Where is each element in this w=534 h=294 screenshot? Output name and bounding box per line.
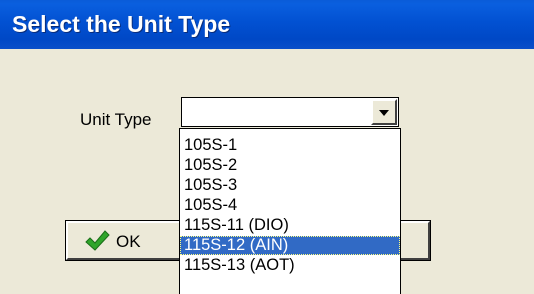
unit-type-combobox[interactable] [181, 97, 399, 127]
dropdown-button[interactable] [371, 99, 397, 125]
list-item[interactable]: 105S-2 [180, 156, 400, 175]
unit-type-label: Unit Type [80, 110, 152, 129]
list-item[interactable]: 105S-1 [180, 136, 400, 155]
list-item[interactable]: 115S-13 (AOT) [180, 256, 400, 275]
list-item[interactable]: 105S-4 [180, 196, 400, 215]
dialog-window: Select the Unit Type Unit Type OK 105S-1… [0, 0, 534, 294]
unit-type-dropdown-list[interactable]: 105S-1 105S-2 105S-3 105S-4 115S-11 (DIO… [179, 128, 401, 294]
green-checkmark-icon [85, 230, 110, 251]
list-item-selected[interactable]: 115S-12 (AIN) [180, 236, 400, 255]
title-bar[interactable]: Select the Unit Type [0, 0, 534, 49]
list-item[interactable]: 105S-3 [180, 176, 400, 195]
chevron-down-icon [379, 110, 389, 116]
ok-button-label: OK [116, 232, 141, 251]
list-item[interactable]: 115S-11 (DIO) [180, 216, 400, 235]
dialog-title: Select the Unit Type [12, 11, 231, 37]
